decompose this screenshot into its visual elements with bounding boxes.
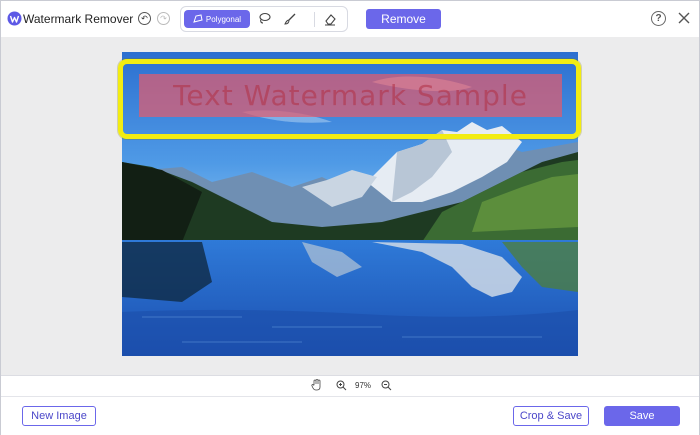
close-icon[interactable] [676, 10, 692, 26]
app-title: Watermark Remover [23, 12, 134, 26]
eraser-icon[interactable] [322, 11, 338, 27]
watermark-remover-window: Watermark Remover ↶ ↷ Polygonal Remove ?… [0, 0, 700, 435]
zoom-level: 97% [355, 381, 372, 390]
zoom-in-icon[interactable] [335, 379, 347, 391]
remove-button[interactable]: Remove [366, 9, 441, 29]
polygon-icon [193, 14, 203, 23]
zoom-out-icon[interactable] [380, 379, 392, 391]
editing-canvas[interactable]: Text Watermark Sample [1, 37, 699, 375]
brush-icon[interactable] [282, 11, 298, 27]
polygonal-label: Polygonal [205, 14, 242, 24]
crop-save-button[interactable]: Crop & Save [513, 406, 589, 426]
selection-tools: Polygonal [180, 6, 348, 32]
polygonal-tool-button[interactable]: Polygonal [184, 10, 250, 28]
tool-divider [314, 12, 315, 27]
zoom-bar: 97% [1, 375, 699, 396]
app-logo-icon [7, 11, 22, 26]
hand-pan-icon[interactable] [310, 379, 322, 391]
redo-icon[interactable]: ↷ [157, 12, 170, 25]
bottom-bar: New Image Crop & Save Save [1, 396, 699, 435]
watermark-selection[interactable]: Text Watermark Sample [139, 74, 562, 117]
undo-icon[interactable]: ↶ [138, 12, 151, 25]
new-image-button[interactable]: New Image [22, 406, 96, 426]
lasso-icon[interactable] [256, 11, 272, 27]
top-toolbar: Watermark Remover ↶ ↷ Polygonal Remove ? [1, 1, 699, 37]
save-button[interactable]: Save [604, 406, 680, 426]
help-icon[interactable]: ? [651, 11, 666, 26]
watermark-text: Text Watermark Sample [173, 79, 528, 112]
